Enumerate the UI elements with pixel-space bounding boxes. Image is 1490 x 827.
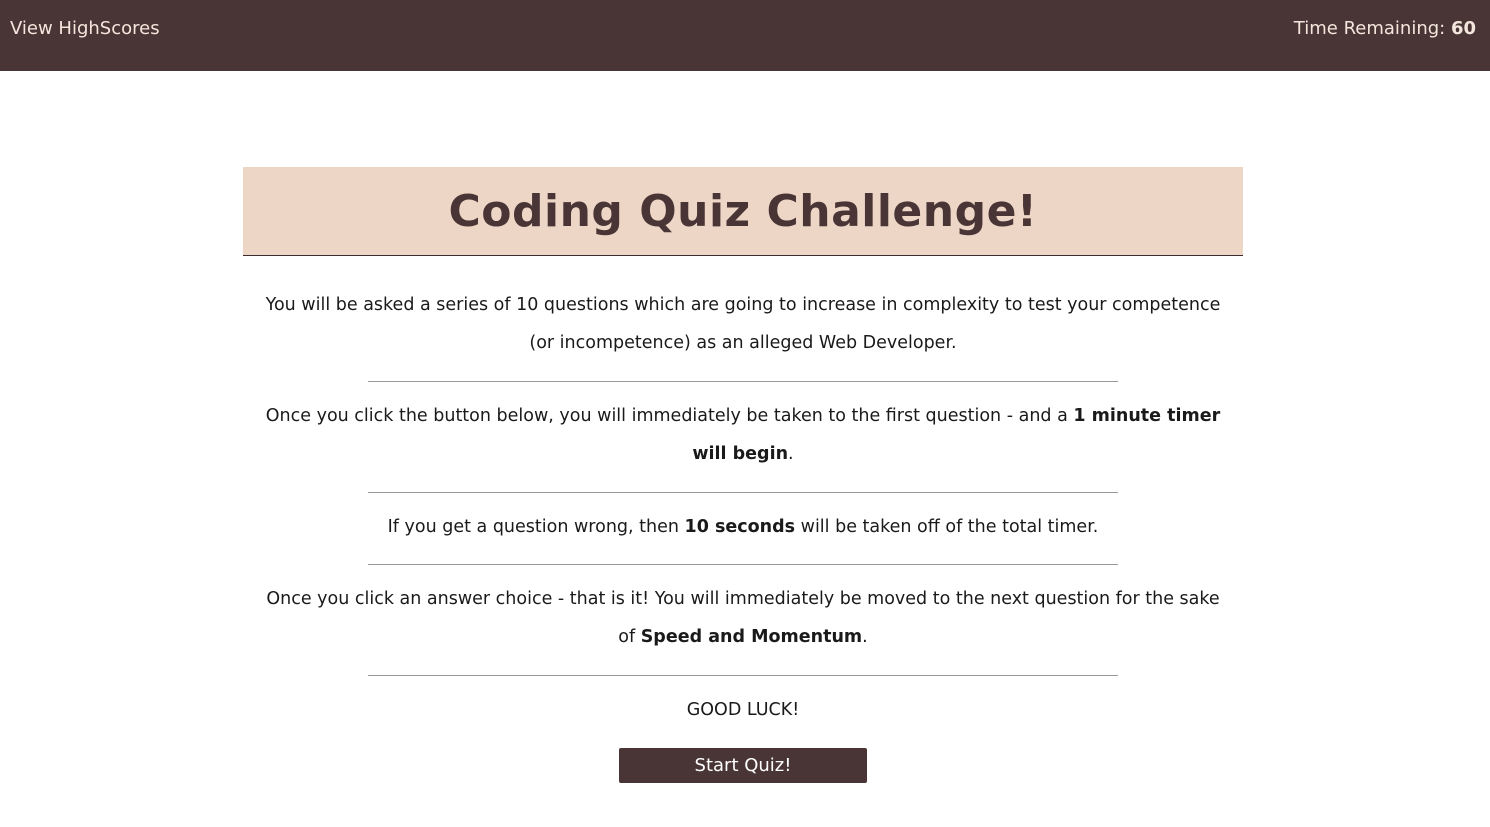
answer-info-line-2: of Speed and Momentum. [243,618,1243,656]
answer-info-bold: Speed and Momentum [640,627,863,647]
intro-line-2: (or incompetence) as an alleged Web Deve… [529,333,957,353]
timer-info-line-1: Once you click the button below, you wil… [243,397,1243,435]
divider [368,675,1118,676]
divider [368,492,1118,493]
penalty-info-text-2: will be taken off of the total timer. [795,517,1099,537]
answer-info-paragraph: Once you click an answer choice - that i… [243,580,1243,656]
top-nav-bar: View HighScores Time Remaining: 60 [0,0,1490,71]
page-title: Coding Quiz Challenge! [448,185,1038,237]
divider [368,564,1118,565]
timer-info-paragraph: Once you click the button below, you wil… [243,397,1243,473]
good-luck-text: GOOD LUCK! [686,700,800,720]
start-quiz-button[interactable]: Start Quiz! [619,748,867,783]
penalty-info-bold: 10 seconds [684,517,796,537]
title-banner: Coding Quiz Challenge! [243,167,1243,256]
answer-info-period: . [862,627,868,647]
answer-info-line-1: Once you click an answer choice - that i… [266,589,1220,609]
timer-info-line-2: will begin. [243,435,1243,473]
divider [368,381,1118,382]
timer-info-period: . [788,444,794,464]
intro-paragraph: You will be asked a series of 10 questio… [243,286,1243,362]
timer-info-text: Once you click the button below, you wil… [265,406,1074,426]
time-remaining-value: 60 [1450,18,1476,39]
timer-info-bold-2: will begin [692,444,789,464]
intro-line-1: You will be asked a series of 10 questio… [265,295,1221,315]
penalty-info-paragraph: If you get a question wrong, then 10 sec… [243,508,1243,546]
time-remaining-label: Time Remaining: [1293,18,1451,39]
penalty-info-text-1: If you get a question wrong, then [387,517,685,537]
answer-info-text: of [618,627,641,647]
time-remaining: Time Remaining: 60 [1294,18,1476,39]
view-highscores-link[interactable]: View HighScores [10,18,160,39]
timer-info-bold-1: 1 minute timer [1073,406,1221,426]
